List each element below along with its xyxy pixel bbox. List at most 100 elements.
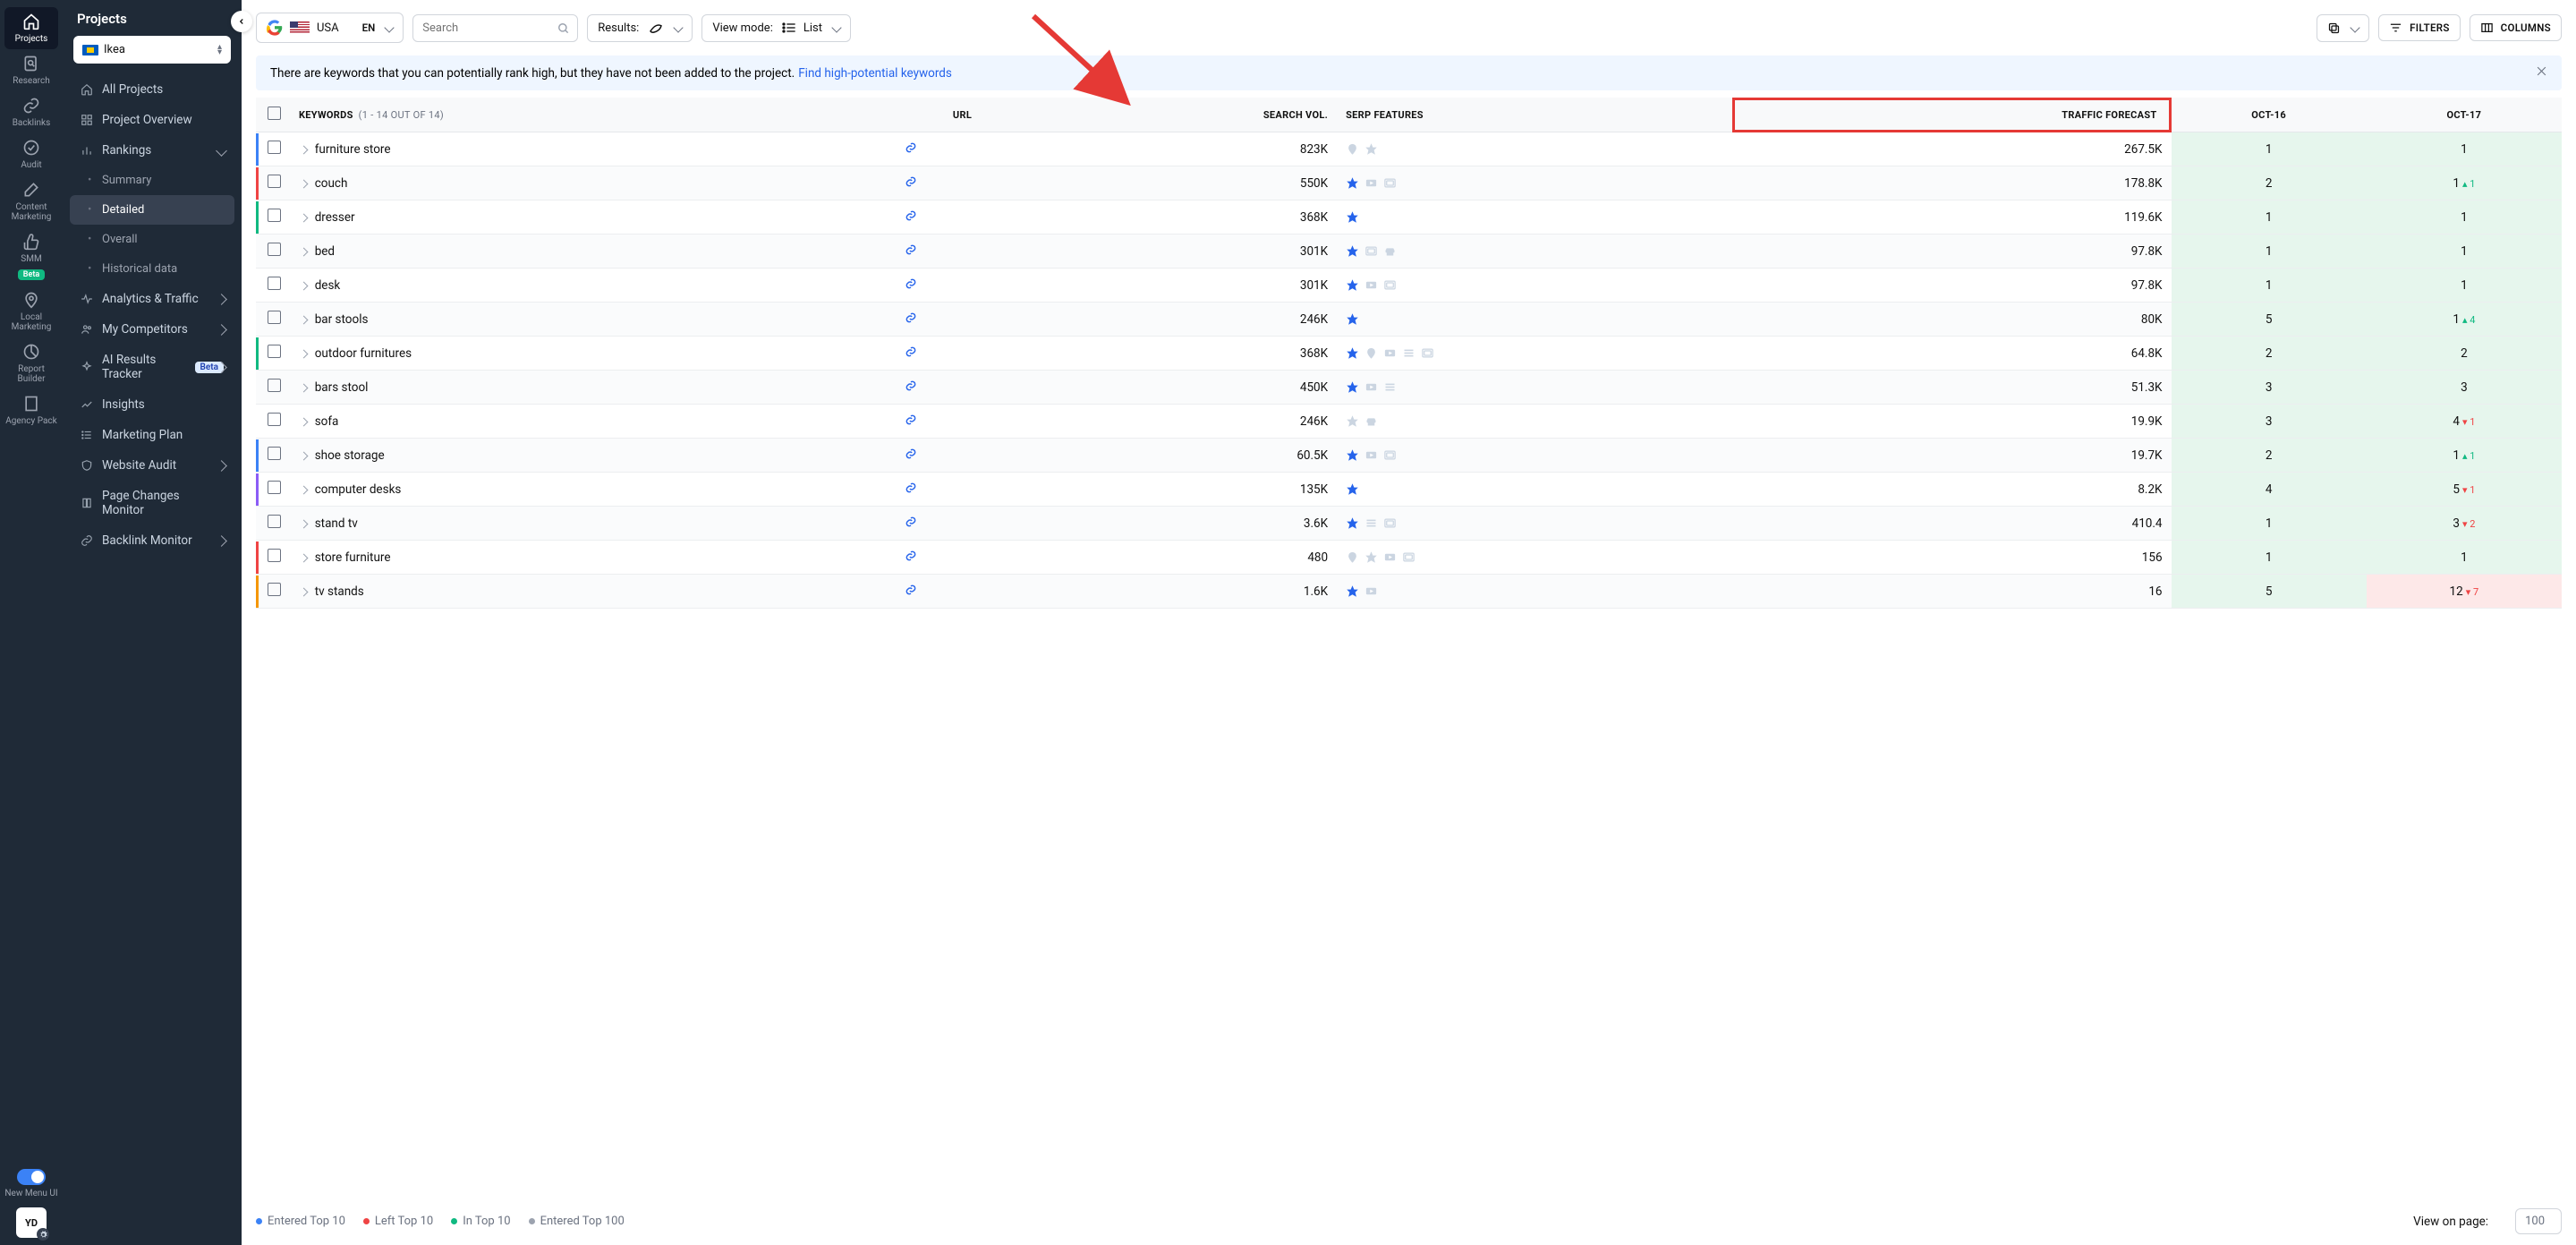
sidebar-item-my-competitors[interactable]: My Competitors [70,314,234,345]
sidebar-item-page-changes-monitor[interactable]: Page Changes Monitor [70,481,234,525]
new-menu-toggle[interactable]: New Menu UI [4,1164,58,1204]
row-checkbox[interactable] [268,549,281,562]
url-link-icon[interactable] [903,211,919,226]
sidebar-collapse-button[interactable] [231,11,252,32]
sidebar-item-all-projects[interactable]: All Projects [70,74,234,105]
keyword-cell[interactable]: furniture store [290,132,894,166]
keyword-cell[interactable]: stand tv [290,507,894,541]
url-link-icon[interactable] [903,245,919,260]
col-url[interactable]: URL [894,98,1031,132]
keyword-cell[interactable]: outdoor furnitures [290,337,894,371]
url-link-icon[interactable] [903,177,919,192]
expand-icon[interactable] [300,451,309,460]
sidebar-item-detailed[interactable]: Detailed [70,195,234,225]
url-link-icon[interactable] [903,551,919,566]
sidebar-item-ai-results-tracker[interactable]: AI Results TrackerBeta [70,345,234,389]
row-checkbox[interactable] [268,175,281,188]
copy-button[interactable] [2317,14,2369,42]
keyword-cell[interactable]: shoe storage [290,439,894,473]
row-checkbox[interactable] [268,413,281,426]
sidebar-item-website-audit[interactable]: Website Audit [70,450,234,481]
sidebar-item-marketing-plan[interactable]: Marketing Plan [70,420,234,450]
keyword-cell[interactable]: bar stools [290,303,894,337]
columns-button[interactable]: COLUMNS [2470,14,2562,41]
rail-backlinks[interactable]: Backlinks [4,91,58,133]
url-link-icon[interactable] [903,279,919,294]
row-checkbox[interactable] [268,447,281,460]
col-traffic-forecast[interactable]: TRAFFIC FORECAST [1732,98,2172,132]
expand-icon[interactable] [300,213,309,222]
results-filter[interactable]: Results: [587,14,693,42]
url-link-icon[interactable] [903,313,919,328]
per-page-selector[interactable]: 100 [2515,1208,2562,1234]
expand-icon[interactable] [300,349,309,358]
project-selector[interactable]: Ikea ▴▾ [73,36,231,64]
avatar[interactable]: YD [16,1207,47,1238]
sidebar-item-summary[interactable]: Summary [70,166,234,195]
expand-icon[interactable] [300,281,309,290]
rail-report-builder[interactable]: Report Builder [4,337,58,389]
keyword-cell[interactable]: store furniture [290,541,894,575]
rail-research[interactable]: Research [4,49,58,91]
view-mode-selector[interactable]: View mode: List [701,14,851,42]
find-keywords-link[interactable]: Find high-potential keywords [798,66,952,81]
expand-icon[interactable] [300,315,309,324]
col-oct-17[interactable]: OCT-17 [2367,98,2562,132]
row-checkbox[interactable] [268,243,281,256]
col-search-vol[interactable]: SEARCH VOL. [1031,98,1337,132]
url-link-icon[interactable] [903,381,919,396]
search-engine-selector[interactable]: USA EN [256,13,404,43]
col-keywords[interactable]: KEYWORDS (1 - 14 OUT OF 14) [290,98,894,132]
row-checkbox[interactable] [268,583,281,596]
search-input[interactable] [412,14,578,42]
col-oct-16[interactable]: OCT-16 [2172,98,2367,132]
sidebar-item-historical-data[interactable]: Historical data [70,254,234,284]
row-checkbox[interactable] [268,311,281,324]
expand-icon[interactable] [300,553,309,562]
url-link-icon[interactable] [903,347,919,362]
row-checkbox[interactable] [268,141,281,154]
rail-agency-pack[interactable]: Agency Pack [4,389,58,431]
expand-icon[interactable] [300,485,309,494]
filters-button[interactable]: FILTERS [2378,14,2461,41]
expand-icon[interactable] [300,417,309,426]
sidebar-item-insights[interactable]: Insights [70,389,234,420]
keyword-cell[interactable]: dresser [290,200,894,235]
keyword-cell[interactable]: couch [290,166,894,200]
row-checkbox[interactable] [268,209,281,222]
keyword-cell[interactable]: sofa [290,405,894,439]
url-link-icon[interactable] [903,517,919,532]
url-link-icon[interactable] [903,585,919,600]
rail-projects[interactable]: Projects [4,7,58,49]
expand-icon[interactable] [300,519,309,528]
expand-icon[interactable] [300,383,309,392]
url-link-icon[interactable] [903,449,919,464]
rail-local-marketing[interactable]: Local Marketing [4,286,58,337]
sidebar-item-rankings[interactable]: Rankings [70,135,234,166]
row-checkbox[interactable] [268,345,281,358]
sidebar-item-analytics-&-traffic[interactable]: Analytics & Traffic [70,284,234,314]
sidebar-item-overall[interactable]: Overall [70,225,234,254]
url-link-icon[interactable] [903,143,919,158]
row-checkbox[interactable] [268,481,281,494]
row-checkbox[interactable] [268,515,281,528]
keyword-cell[interactable]: bars stool [290,371,894,405]
rail-audit[interactable]: Audit [4,133,58,175]
col-serp-features[interactable]: SERP FEATURES [1337,98,1732,132]
keyword-cell[interactable]: computer desks [290,473,894,507]
url-link-icon[interactable] [903,483,919,498]
keyword-cell[interactable]: desk [290,269,894,303]
select-all-checkbox[interactable] [268,107,281,120]
keyword-cell[interactable]: tv stands [290,575,894,609]
expand-icon[interactable] [300,247,309,256]
sidebar-item-backlink-monitor[interactable]: Backlink Monitor [70,525,234,556]
expand-icon[interactable] [300,179,309,188]
expand-icon[interactable] [300,145,309,154]
row-checkbox[interactable] [268,379,281,392]
url-link-icon[interactable] [903,415,919,430]
expand-icon[interactable] [300,587,309,596]
sidebar-item-project-overview[interactable]: Project Overview [70,105,234,135]
row-checkbox[interactable] [268,277,281,290]
close-icon[interactable] [2536,65,2547,81]
rail-content-marketing[interactable]: Content Marketing [4,175,58,227]
